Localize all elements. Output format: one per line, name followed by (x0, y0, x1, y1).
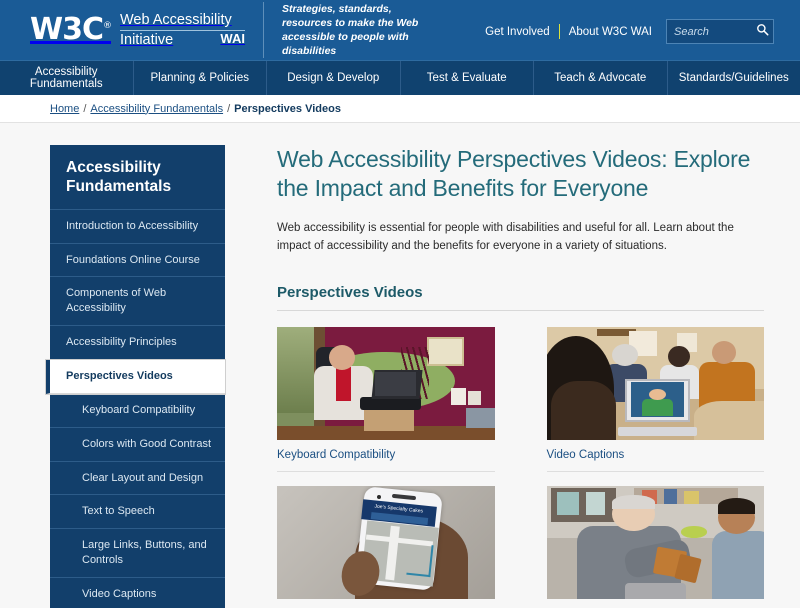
phone-camera-icon (376, 494, 382, 499)
header-link-get-involved[interactable]: Get Involved (485, 26, 550, 38)
nav-item-test-evaluate[interactable]: Test & Evaluate (401, 61, 534, 95)
sidebar-item-accessibility-principles[interactable]: Accessibility Principles (50, 326, 225, 360)
sidebar-item-components-of-web-accessibility[interactable]: Components of Web Accessibility (50, 277, 225, 327)
video-grid: Keyboard Compatibility Video Captions Jo… (277, 326, 765, 608)
sidebar-subitem-keyboard-compatibility[interactable]: Keyboard Compatibility (50, 394, 225, 428)
nav-item-design-develop[interactable]: Design & Develop (267, 61, 401, 95)
video-thumbnail-customizable-text[interactable] (546, 485, 764, 599)
video-card-label: Customizable Text (547, 599, 765, 608)
page-title: Web Accessibility Perspectives Videos: E… (277, 146, 751, 202)
video-card-customizable-text[interactable]: Customizable Text (546, 485, 765, 608)
page-body: Accessibility Fundamentals Introduction … (0, 123, 800, 608)
video-thumbnail-colors-with-good-contrast[interactable]: Joe's Specialty Cakes (277, 485, 495, 599)
video-card-label: Keyboard Compatibility (277, 440, 495, 472)
sidebar-subitem-large-links-buttons-and-controls[interactable]: Large Links, Buttons, and Controls (50, 529, 225, 578)
section-heading-perspectives-videos: Perspectives Videos (277, 284, 764, 311)
sidebar-subitem-clear-layout-and-design[interactable]: Clear Layout and Design (50, 462, 225, 496)
wall-picture-shape (427, 336, 465, 367)
breadcrumb-separator: / (227, 102, 231, 115)
cabinet-glass-shape (585, 492, 606, 516)
sidebar-item-foundations-online-course[interactable]: Foundations Online Course (50, 244, 225, 278)
video-thumbnail-video-captions[interactable] (546, 326, 764, 440)
video-call-person-head-shape (648, 388, 667, 401)
map-route-shape (405, 543, 434, 578)
table-shape (694, 401, 764, 440)
search-box[interactable] (666, 19, 774, 44)
produce-shape (681, 526, 708, 538)
site-tagline: Strategies, standards, resources to make… (262, 1, 438, 59)
older-person-hair-shape (611, 494, 656, 510)
video-card-label: Video Captions (546, 440, 764, 472)
wai-line-2: Initiative WAI (120, 31, 245, 48)
sofa-shape (466, 408, 495, 429)
nav-item-accessibility-fundamentals[interactable]: Accessibility Fundamentals (0, 61, 134, 95)
wai-abbreviation: WAI (220, 30, 245, 46)
page-intro-paragraph: Web accessibility is essential for peopl… (277, 221, 734, 253)
header-link-divider (558, 24, 560, 39)
breadcrumb-separator: / (83, 102, 87, 115)
foreground-person-shoulder-shape (550, 380, 617, 440)
nav-item-teach-advocate[interactable]: Teach & Advocate (534, 61, 668, 95)
red-tie-shape (335, 367, 351, 402)
person-head-shape (329, 344, 356, 370)
sidebar-navigation: Accessibility Fundamentals Introduction … (46, 145, 225, 608)
breadcrumb-item-accessibility-fundamentals[interactable]: Accessibility Fundamentals (90, 103, 223, 115)
person-head-shape (611, 343, 638, 367)
video-card-label: Colors with Good Contrast (277, 599, 495, 608)
wai-line-1: Web Accessibility (119, 12, 245, 31)
sidebar-subitem-colors-with-good-contrast[interactable]: Colors with Good Contrast (50, 428, 225, 462)
registered-trademark-icon: ® (102, 21, 112, 31)
cup-shape (468, 391, 482, 405)
window-shape (277, 326, 314, 413)
sidebar-title: Accessibility Fundamentals (50, 145, 225, 210)
breadcrumb: Home / Accessibility Fundamentals / Pers… (0, 95, 800, 123)
main-content: Web Accessibility Perspectives Videos: E… (277, 145, 800, 608)
jar-shape (663, 489, 677, 504)
nav-item-planning-policies[interactable]: Planning & Policies (134, 61, 267, 95)
cup-shape (451, 387, 467, 405)
sidebar-item-perspectives-videos[interactable]: Perspectives Videos (46, 359, 225, 394)
main-navigation: Accessibility Fundamentals Planning & Po… (0, 60, 800, 95)
breadcrumb-current-page: Perspectives Videos (234, 102, 341, 115)
video-card-keyboard-compatibility[interactable]: Keyboard Compatibility (277, 326, 495, 486)
video-thumbnail-keyboard-compatibility[interactable] (277, 326, 495, 440)
person-head-shape (711, 341, 736, 364)
video-card-colors-with-good-contrast[interactable]: Joe's Specialty Cakes Colors with Good C… (277, 485, 495, 608)
wai-wordmark: Web Accessibility Initiative WAI (119, 12, 245, 48)
cabinet-glass-shape (557, 492, 580, 516)
w3c-wai-logo-link[interactable]: W3C® Web Accessibility Initiative WAI (30, 12, 245, 48)
laptop-screen-shape (374, 371, 417, 396)
younger-person-hair-shape (718, 498, 756, 514)
video-call-person-body-shape (642, 398, 673, 416)
sidebar-subitem-text-to-speech[interactable]: Text to Speech (50, 495, 225, 530)
breadcrumb-item-home[interactable]: Home (50, 103, 79, 115)
younger-person-body-shape (711, 530, 764, 599)
wai-initiative-text: Initiative (119, 31, 174, 48)
toaster-shape (624, 582, 686, 599)
search-input[interactable] (667, 25, 749, 38)
sidebar-item-introduction-to-accessibility[interactable]: Introduction to Accessibility (50, 210, 225, 244)
search-submit-button[interactable] (756, 23, 769, 39)
search-icon (757, 24, 769, 36)
header-utility-bar: Get Involved About W3C WAI (485, 19, 774, 44)
jar-shape (683, 491, 699, 504)
header-link-about-w3c-wai[interactable]: About W3C WAI (569, 26, 652, 38)
sidebar-subitem-video-captions[interactable]: Video Captions (50, 578, 225, 608)
toast-slice-shape (674, 553, 702, 583)
w3c-logo: W3C® (30, 12, 112, 47)
video-card-video-captions[interactable]: Video Captions (546, 326, 764, 486)
nav-item-standards-guidelines[interactable]: Standards/Guidelines (668, 61, 800, 95)
laptop-base-shape (618, 427, 697, 437)
site-header: W3C® Web Accessibility Initiative WAI St… (0, 0, 800, 60)
